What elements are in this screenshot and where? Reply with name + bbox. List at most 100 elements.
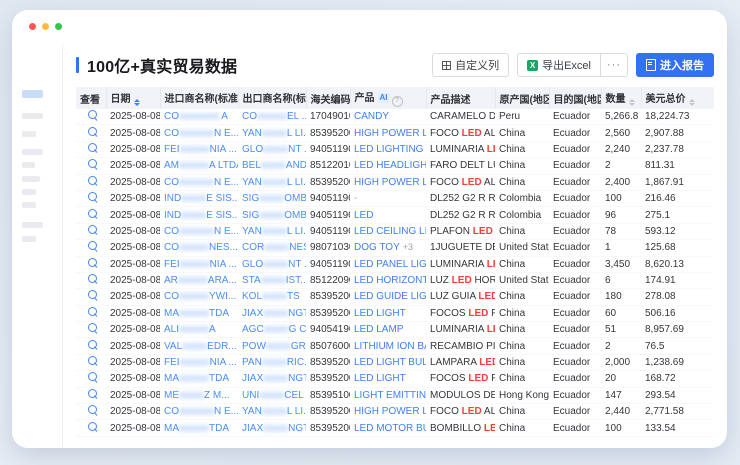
product-link[interactable]: LED MOTOR BULB (354, 423, 426, 434)
product-link[interactable]: LED LAMP (354, 324, 403, 335)
importer-cell[interactable]: COxxxxxxxN E... (160, 125, 238, 141)
magnifier-icon[interactable] (88, 192, 97, 201)
importer-cell[interactable]: COxxxxxxxN E... (160, 223, 238, 239)
exporter-cell[interactable]: GLOxxxxxNT ... (238, 256, 306, 272)
exporter-cell[interactable]: COxxxxxxEL ... (238, 109, 306, 125)
magnifier-icon[interactable] (88, 176, 97, 185)
exporter-cell[interactable]: UNIxxxxxCEL ... (238, 387, 306, 403)
magnifier-icon[interactable] (88, 225, 97, 234)
importer-cell[interactable]: COxxxxxxNES... (160, 240, 238, 256)
sidebar-item[interactable] (22, 176, 40, 182)
exporter-cell[interactable]: KOLxxxxxTS (238, 289, 306, 305)
sidebar-item-active[interactable] (22, 90, 43, 98)
importer-cell[interactable]: AMxxxxxxA LTDA (160, 158, 238, 174)
magnifier-icon[interactable] (88, 258, 97, 267)
exporter-cell[interactable]: AGCxxxxxG C... (238, 322, 306, 338)
importer-cell[interactable]: COxxxxxxYWI... (160, 289, 238, 305)
magnifier-icon[interactable] (88, 290, 97, 299)
importer-cell[interactable]: INDxxxxxE SIS... (160, 207, 238, 223)
exporter-cell[interactable]: STAxxxxxIST... (238, 272, 306, 288)
importer-cell[interactable]: INDxxxxxE SIS... (160, 190, 238, 206)
sidebar-item[interactable] (22, 189, 36, 195)
column-header[interactable]: 数量 (601, 87, 641, 109)
export-excel-button[interactable]: X 导出Excel (517, 53, 601, 77)
importer-cell[interactable]: MAxxxxxxTDA (160, 305, 238, 321)
more-actions-button[interactable]: ··· (601, 53, 628, 77)
exporter-cell[interactable]: GLOxxxxxNT ... (238, 141, 306, 157)
sort-icon[interactable] (689, 99, 695, 107)
magnifier-icon[interactable] (88, 372, 97, 381)
product-link[interactable]: LED LIGHT (354, 308, 406, 319)
product-link[interactable]: LITHIUM ION BATTE (354, 341, 426, 352)
sidebar-item[interactable] (22, 131, 36, 137)
magnifier-icon[interactable] (88, 159, 97, 168)
info-icon[interactable]: ? (392, 96, 403, 107)
exporter-cell[interactable]: YANxxxxxL LI... (238, 223, 306, 239)
sidebar-item[interactable] (22, 202, 36, 208)
column-header[interactable]: 进口商名称(标准) (160, 87, 238, 109)
product-link[interactable]: HIGH POWER LED F (354, 406, 426, 417)
sort-icon[interactable] (629, 99, 635, 107)
product-link[interactable]: LED HORIZONTAL L (354, 275, 426, 286)
importer-cell[interactable]: COxxxxxxxx A (160, 109, 238, 125)
exporter-cell[interactable]: JIAXxxxxxNGT... (238, 420, 306, 436)
exporter-cell[interactable]: POWxxxxxGR... (238, 338, 306, 354)
product-link[interactable]: LED LIGHTING (354, 144, 423, 155)
magnifier-icon[interactable] (88, 127, 97, 136)
exporter-cell[interactable]: YANxxxxxL LI... (238, 404, 306, 420)
exporter-cell[interactable]: PANxxxxxRIC... (238, 354, 306, 370)
importer-cell[interactable]: ALIxxxxxxA (160, 322, 238, 338)
sort-icon[interactable] (134, 99, 140, 107)
zoom-button[interactable] (55, 23, 62, 30)
exporter-cell[interactable]: CORxxxxxNES... (238, 240, 306, 256)
exporter-cell[interactable]: JIAXxxxxxNGT... (238, 371, 306, 387)
importer-cell[interactable]: FEIxxxxxxNIA ... (160, 141, 238, 157)
magnifier-icon[interactable] (88, 356, 97, 365)
magnifier-icon[interactable] (88, 323, 97, 332)
importer-cell[interactable]: MAxxxxxxTDA (160, 371, 238, 387)
importer-cell[interactable]: VALxxxxxEDR... (160, 338, 238, 354)
column-header[interactable]: 出口商名称(标准) (238, 87, 306, 109)
sidebar-item[interactable] (22, 113, 43, 119)
product-link[interactable]: LED CEILING LIGHT (354, 226, 426, 237)
magnifier-icon[interactable] (88, 389, 97, 398)
minimize-button[interactable] (42, 23, 49, 30)
magnifier-icon[interactable] (88, 110, 97, 119)
magnifier-icon[interactable] (88, 422, 97, 431)
importer-cell[interactable]: FEIxxxxxxNIA ... (160, 354, 238, 370)
sidebar-item[interactable] (22, 149, 43, 155)
enter-report-button[interactable]: 进入报告 (636, 53, 714, 77)
importer-cell[interactable]: MExxxxxZ M... (160, 387, 238, 403)
magnifier-icon[interactable] (88, 209, 97, 218)
product-link[interactable]: HIGH POWER LED F (354, 177, 426, 188)
exporter-cell[interactable]: SIGxxxxxOMB... (238, 190, 306, 206)
importer-cell[interactable]: MAxxxxxxTDA (160, 420, 238, 436)
product-link[interactable]: LED PANEL LIG (354, 259, 426, 270)
importer-cell[interactable]: COxxxxxxxN E... (160, 404, 238, 420)
magnifier-icon[interactable] (88, 340, 97, 349)
magnifier-icon[interactable] (88, 307, 97, 316)
product-link[interactable]: LED GUIDE LIGHT T (354, 291, 426, 302)
exporter-cell[interactable]: YANxxxxxL LI... (238, 125, 306, 141)
customize-columns-button[interactable]: 自定义列 (432, 53, 509, 77)
column-header[interactable]: 日期 (106, 87, 160, 109)
product-link[interactable]: LED HEADLIGHT (354, 160, 426, 171)
magnifier-icon[interactable] (88, 143, 97, 152)
importer-cell[interactable]: FEIxxxxxxNIA ... (160, 256, 238, 272)
sidebar-item[interactable] (22, 162, 35, 168)
sidebar-item[interactable] (22, 222, 43, 228)
product-link[interactable]: HIGH POWER LED F (354, 128, 426, 139)
product-link[interactable]: LIGHT EMITTIN (354, 390, 426, 401)
magnifier-icon[interactable] (88, 274, 97, 283)
product-link[interactable]: LED LIGHT (354, 373, 406, 384)
close-button[interactable] (29, 23, 36, 30)
importer-cell[interactable]: COxxxxxxxN E... (160, 174, 238, 190)
exporter-cell[interactable]: SIGxxxxxOMB... (238, 207, 306, 223)
exporter-cell[interactable]: YANxxxxxL LI... (238, 174, 306, 190)
product-link[interactable]: CANDY (354, 111, 389, 122)
sidebar-item[interactable] (22, 236, 36, 242)
product-link[interactable]: DOG TOY (354, 242, 400, 253)
exporter-cell[interactable]: BELxxxxxAND... (238, 158, 306, 174)
importer-cell[interactable]: ARxxxxxxARA... (160, 272, 238, 288)
magnifier-icon[interactable] (88, 405, 97, 414)
